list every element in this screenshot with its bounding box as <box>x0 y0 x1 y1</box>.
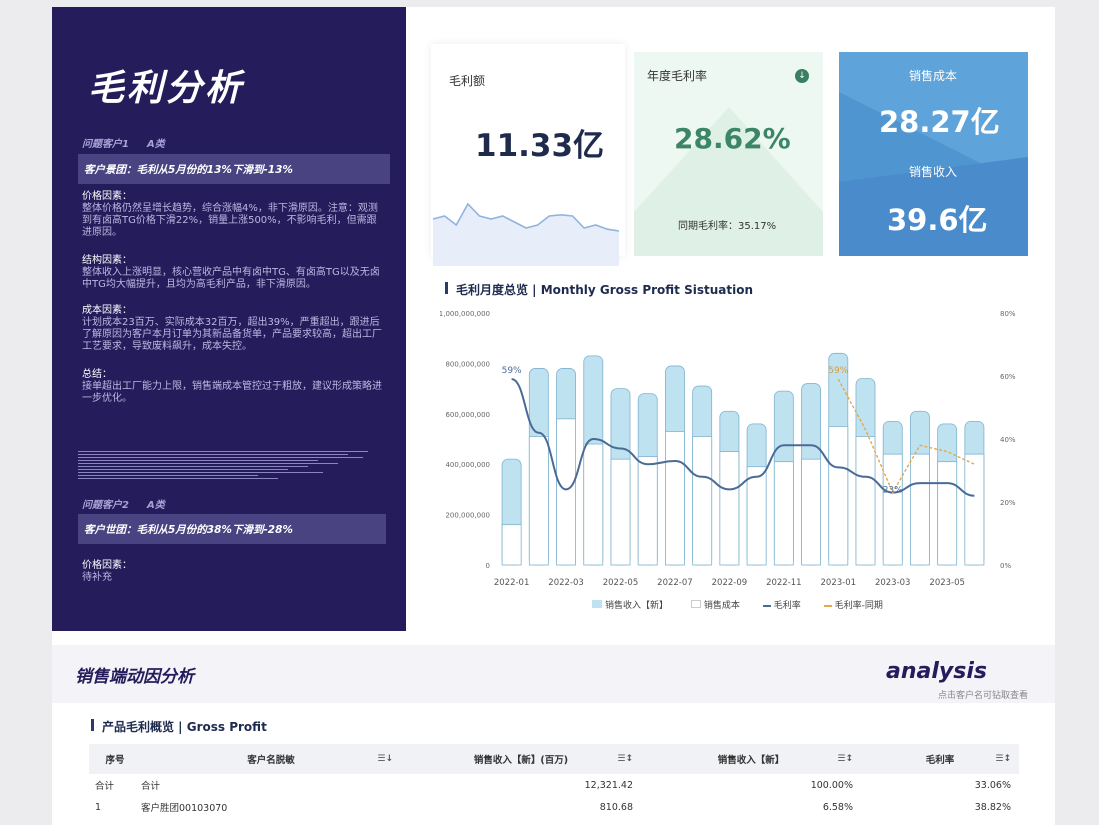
section-title: 销售端动因分析 <box>75 667 194 687</box>
table-row: 1 客户胜团00103070 810.68 6.58% 38.82% <box>95 801 1011 815</box>
panel-title: 毛利分析 <box>88 68 245 109</box>
customer1-label: 问题客户1 A类 <box>82 139 165 150</box>
kpi-value: 28.62% <box>674 122 791 155</box>
data-label: 59% <box>502 366 522 376</box>
bar-cost <box>583 443 604 566</box>
bar-cost <box>910 453 930 566</box>
sort-icon[interactable]: ☰↕ <box>837 754 853 764</box>
kpi-label-revenue: 销售收入 <box>909 165 958 179</box>
data-label: 59% <box>828 366 848 376</box>
analysis-panel: 毛利分析 问题客户1 A类 客户景团：毛利从5月份的13%下滑到-13% 价格因素… <box>52 7 406 631</box>
bar-cost <box>773 461 794 566</box>
y2-tick-label: 0% <box>1000 562 1011 570</box>
col-header-index: 序号 <box>89 744 141 774</box>
kpi-value: 11.33亿 <box>475 128 605 164</box>
drilldown-hint: 点击客户名可钻取查看 <box>938 691 1029 701</box>
data-label: 23% <box>883 486 903 496</box>
legend-cost[interactable]: 销售成本 <box>690 600 750 611</box>
x-tick-label: 2022-03 <box>548 578 584 588</box>
col-header-margin[interactable]: 毛利率 ☰↕ <box>861 744 1019 774</box>
x-tick-label: 2022-07 <box>657 578 693 588</box>
customer2-label: 问题客户2 A类 <box>82 500 165 511</box>
col-header-customer[interactable]: 客户名脱敏 ☰↓ <box>141 744 401 774</box>
down-arrow-icon: ↓ <box>795 69 809 83</box>
y-tick-label: 600,000,000 <box>445 411 490 419</box>
kpi-compare: 同期毛利率：35.17% <box>678 221 777 232</box>
x-tick-label: 2022-01 <box>494 578 530 588</box>
bar-cost <box>637 456 658 566</box>
y2-tick-label: 80% <box>1000 310 1016 318</box>
kpi-value-revenue: 39.6亿 <box>887 203 988 237</box>
col-header-revenue-m[interactable]: 销售收入【新】(百万) ☰↕ <box>401 744 641 774</box>
monthly-chart[interactable]: 0 200,000,000 400,000,000 600,000,000 800,00… <box>440 300 1040 600</box>
table-row-total: 合计 合计 12,321.42 100.00% 33.06% <box>95 779 1011 793</box>
price-factor-2: 价格因素： 待补充 <box>82 560 132 583</box>
bar-cost <box>801 458 821 566</box>
y-tick-label: 400,000,000 <box>445 461 490 469</box>
bar-cost <box>501 524 522 566</box>
bar-cost <box>882 453 903 566</box>
kpi-label: 年度毛利率 <box>647 69 708 83</box>
y-tick-label: 800,000,000 <box>445 360 490 368</box>
y-tick-label: 1,000,000,000 <box>440 310 490 318</box>
sort-icon[interactable]: ☰↕ <box>617 754 633 764</box>
customer2-banner: 客户世团：毛利从5月份的38%下滑到-28% <box>78 514 386 544</box>
sparkline <box>432 202 620 266</box>
structure-factor: 结构因素： 整体收入上涨明显，核心营收产品中有卤中TG、有卤高TG以及无卤中TG均… <box>82 255 380 290</box>
bar-cost <box>665 431 685 566</box>
x-tick-label: 2023-03 <box>875 578 911 588</box>
kpi-value: 28.27亿 <box>879 105 1000 139</box>
chart-title: 毛利月度总览 | Monthly Gross Profit Sistuation <box>444 282 754 297</box>
x-tick-label: 2022-05 <box>603 578 639 588</box>
table-title: 产品毛利概览 | Gross Profit <box>91 719 267 734</box>
legend-rate[interactable]: 毛利率 <box>762 601 811 611</box>
cost-factor: 成本因素： 计划成本23百万、实际成本32百万，超出39%，严重超出，跟进后了解原… <box>82 305 382 352</box>
sparkline-area <box>433 204 619 266</box>
y2-tick-label: 40% <box>1000 436 1016 444</box>
customer1-banner: 客户景团：毛利从5月份的13%下滑到-13% <box>78 154 390 184</box>
legend-rate-prev[interactable]: 毛利率-同期 <box>823 601 893 611</box>
summary: 总结： 接单超出工厂能力上限，销售端成本管控过于粗放，建议形成策略进一步优化。 <box>82 369 382 404</box>
bar-cost <box>937 461 958 566</box>
analysis-word: analysis <box>886 659 987 684</box>
x-tick-label: 2022-09 <box>712 578 748 588</box>
y2-tick-label: 60% <box>1000 373 1016 381</box>
kpi-cost-revenue[interactable]: 销售成本 28.27亿 销售收入 39.6亿 <box>839 52 1028 256</box>
x-tick-label: 2023-01 <box>821 578 857 588</box>
kpi-label: 销售成本 <box>909 69 958 83</box>
col-header-revenue[interactable]: 销售收入【新】 ☰↕ <box>641 744 861 774</box>
x-tick-label: 2023-05 <box>929 578 965 588</box>
y-tick-label: 200,000,000 <box>445 512 490 520</box>
bar-cost <box>964 453 985 566</box>
bar-cost <box>719 451 740 566</box>
bar-cost <box>746 466 767 566</box>
bar-cost <box>855 436 876 566</box>
kpi-margin[interactable]: 年度毛利率 ↓ 28.62% 同期毛利率：35.17% <box>634 52 823 256</box>
chart-legend: 销售收入【新】 销售成本 毛利率 毛利率-同期 <box>592 598 903 611</box>
legend-revenue[interactable]: 销售收入【新】 <box>592 600 678 611</box>
bar-cost <box>556 418 576 566</box>
bar-cost <box>828 426 849 566</box>
gross-profit-table: 序号 客户名脱敏 ☰↓ 销售收入【新】(百万) ☰↕ 销售收入【新】 ☰↕ 毛利率 ☰↕… <box>89 744 1019 818</box>
sort-icon[interactable]: ☰↕ <box>995 754 1011 764</box>
decorative-stripes <box>78 451 368 481</box>
kpi-gross-profit[interactable]: 毛利额 11.33亿 <box>431 44 625 266</box>
price-factor: 价格因素： 整体价格仍然呈增长趋势，综合涨幅4%，非下滑原因。注意：观测到有卤高T… <box>82 191 378 238</box>
sort-icon[interactable]: ☰↓ <box>377 754 393 764</box>
y2-tick-label: 20% <box>1000 499 1016 507</box>
bar-cost <box>610 458 631 566</box>
bar-cost <box>528 436 549 566</box>
kpi-label: 毛利额 <box>449 74 486 88</box>
rate-line <box>511 378 975 497</box>
x-tick-label: 2022-11 <box>766 578 802 588</box>
bar-cost <box>692 436 713 566</box>
y-tick-label: 0 <box>486 562 490 570</box>
